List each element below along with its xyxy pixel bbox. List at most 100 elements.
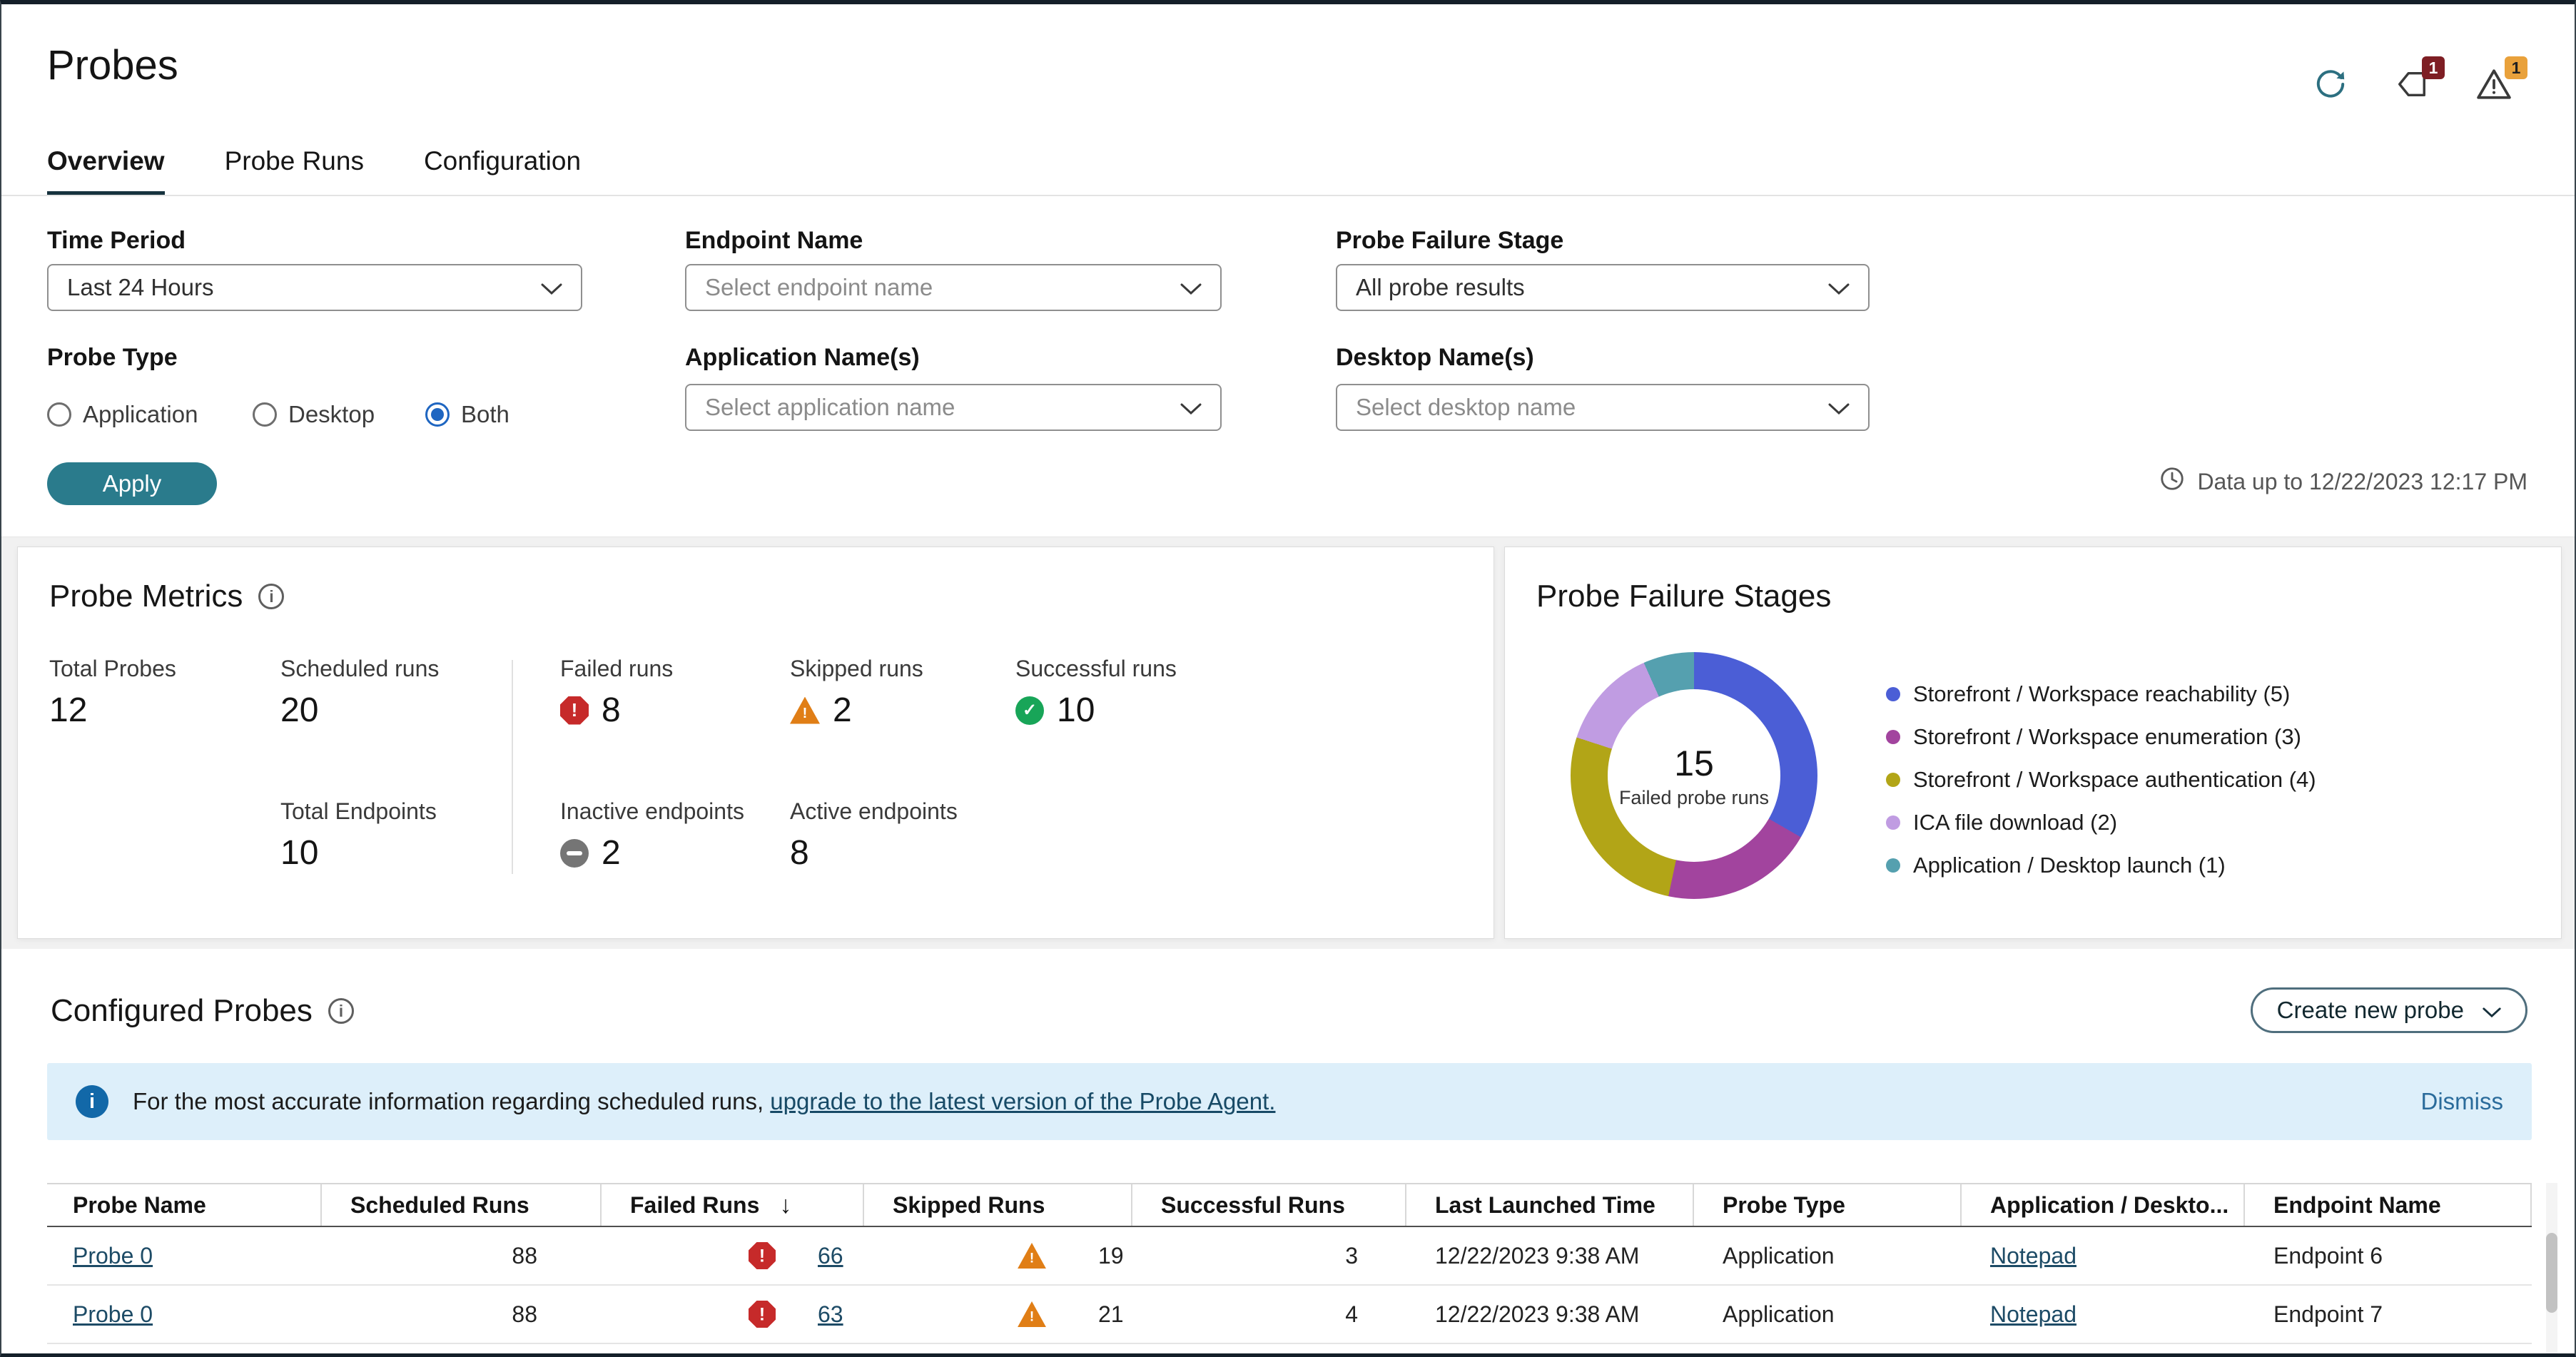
chevron-down-icon bbox=[1828, 274, 1850, 301]
col-probe-name[interactable]: Probe Name bbox=[47, 1184, 322, 1226]
failed-critical-icon: ! bbox=[560, 696, 589, 725]
col-last-launched-time[interactable]: Last Launched Time bbox=[1406, 1184, 1694, 1226]
chevron-down-icon bbox=[1828, 394, 1850, 421]
tab-bar: Overview Probe Runs Configuration bbox=[47, 147, 581, 196]
metric-skipped-runs: Skipped runs ! 2 bbox=[790, 656, 923, 729]
metric-total-endpoints: Total Endpoints 10 bbox=[280, 798, 437, 872]
col-failed-runs[interactable]: Failed Runs ↓ bbox=[602, 1184, 864, 1226]
col-endpoint-name[interactable]: Endpoint Name bbox=[2245, 1184, 2532, 1226]
application-names-select[interactable]: Select application name bbox=[685, 384, 1222, 431]
warning-icon: ! bbox=[790, 696, 820, 724]
info-icon: i bbox=[76, 1085, 108, 1118]
tab-configuration[interactable]: Configuration bbox=[424, 147, 581, 196]
col-probe-type[interactable]: Probe Type bbox=[1694, 1184, 1962, 1226]
probe-metrics-title: Probe Metrics i bbox=[49, 579, 285, 614]
table-scrollbar-thumb[interactable] bbox=[2546, 1233, 2557, 1313]
apply-button[interactable]: Apply bbox=[47, 462, 217, 505]
metric-failed-runs: Failed runs ! 8 bbox=[560, 656, 674, 729]
tabs-divider bbox=[1, 195, 2575, 196]
radio-icon bbox=[253, 402, 277, 427]
upgrade-link[interactable]: upgrade to the latest version of the Pro… bbox=[770, 1088, 1275, 1114]
warning-icon: ! bbox=[1018, 1242, 1046, 1269]
legend-dot bbox=[1886, 773, 1900, 787]
desktop-names-label: Desktop Name(s) bbox=[1336, 344, 1534, 371]
chevron-down-icon bbox=[541, 274, 562, 301]
donut-center: 15 Failed probe runs bbox=[1608, 689, 1780, 862]
time-period-select[interactable]: Last 24 Hours bbox=[47, 264, 582, 311]
legend-item[interactable]: Storefront / Workspace authentication (4… bbox=[1886, 767, 2316, 793]
desktop-names-select[interactable]: Select desktop name bbox=[1336, 384, 1870, 431]
tab-probe-runs[interactable]: Probe Runs bbox=[225, 147, 364, 196]
failure-stages-donut[interactable]: 15 Failed probe runs bbox=[1571, 652, 1817, 899]
info-icon[interactable]: i bbox=[258, 584, 285, 609]
dismiss-link[interactable]: Dismiss bbox=[2421, 1088, 2503, 1115]
alerts-button[interactable]: 1 bbox=[2395, 56, 2445, 104]
col-scheduled-runs[interactable]: Scheduled Runs bbox=[322, 1184, 602, 1226]
alerts-badge: 1 bbox=[2422, 56, 2445, 79]
refresh-button[interactable] bbox=[2313, 67, 2348, 105]
data-up-to-text: Data up to 12/22/2023 12:17 PM bbox=[2197, 468, 2527, 494]
endpoint-name-select[interactable]: Select endpoint name bbox=[685, 264, 1222, 311]
donut-center-label: Failed probe runs bbox=[1618, 786, 1770, 808]
legend-dot bbox=[1886, 687, 1900, 701]
success-check-icon: ✓ bbox=[1015, 696, 1044, 725]
table-row-partial: ! ! bbox=[47, 1344, 2532, 1353]
failed-runs-link[interactable]: 63 bbox=[818, 1301, 843, 1328]
table-row: Probe 0 88 ! 63 ! 21 4 12/22/2023 9:38 A… bbox=[47, 1286, 2532, 1344]
header-actions: 1 1 bbox=[2313, 56, 2527, 105]
info-icon[interactable]: i bbox=[328, 998, 354, 1024]
endpoint-name-label: Endpoint Name bbox=[685, 227, 863, 254]
page-title: Probes bbox=[47, 42, 178, 88]
legend-item[interactable]: Storefront / Workspace enumeration (3) bbox=[1886, 724, 2316, 750]
failure-stages-title: Probe Failure Stages bbox=[1536, 579, 1832, 614]
legend-dot bbox=[1886, 730, 1900, 744]
radio-icon bbox=[425, 402, 450, 427]
configured-probes-table: Probe Name Scheduled Runs Failed Runs ↓ … bbox=[47, 1183, 2532, 1353]
chevron-down-icon bbox=[2483, 997, 2501, 1024]
donut-center-value: 15 bbox=[1674, 743, 1714, 783]
probe-failure-stage-select[interactable]: All probe results bbox=[1336, 264, 1870, 311]
metric-successful-runs: Successful runs ✓ 10 bbox=[1015, 656, 1177, 729]
configured-probes-title: Configured Probes i bbox=[51, 993, 354, 1029]
alert-tag-icon bbox=[2395, 71, 2429, 103]
application-link[interactable]: Notepad bbox=[1990, 1243, 2076, 1269]
probe-type-desktop-radio[interactable]: Desktop bbox=[253, 401, 375, 428]
col-successful-runs[interactable]: Successful Runs bbox=[1132, 1184, 1406, 1226]
metric-total-probes: Total Probes 12 bbox=[49, 656, 176, 729]
failed-runs-link[interactable]: 66 bbox=[818, 1243, 843, 1269]
metrics-divider bbox=[512, 660, 513, 874]
application-names-label: Application Name(s) bbox=[685, 344, 920, 371]
table-header: Probe Name Scheduled Runs Failed Runs ↓ … bbox=[47, 1183, 2532, 1227]
warning-triangle-icon bbox=[2476, 69, 2512, 103]
chevron-down-icon bbox=[1180, 274, 1202, 301]
probe-type-application-radio[interactable]: Application bbox=[47, 401, 198, 428]
failed-critical-icon: ! bbox=[749, 1242, 776, 1269]
legend-item[interactable]: ICA file download (2) bbox=[1886, 810, 2316, 835]
create-new-probe-button[interactable]: Create new probe bbox=[2250, 987, 2527, 1033]
col-skipped-runs[interactable]: Skipped Runs bbox=[864, 1184, 1132, 1226]
probe-metrics-card: Probe Metrics i Total Probes 12 Schedule… bbox=[17, 547, 1494, 939]
table-row: Probe 0 88 ! 66 ! 19 3 12/22/2023 9:38 A… bbox=[47, 1227, 2532, 1286]
warnings-badge: 1 bbox=[2505, 56, 2527, 79]
legend-item[interactable]: Storefront / Workspace reachability (5) bbox=[1886, 681, 2316, 707]
probe-name-link[interactable]: Probe 0 bbox=[73, 1243, 153, 1269]
metric-active-endpoints: Active endpoints 8 bbox=[790, 798, 958, 872]
legend-item[interactable]: Application / Desktop launch (1) bbox=[1886, 853, 2316, 878]
application-link[interactable]: Notepad bbox=[1990, 1301, 2076, 1328]
col-application-desktop[interactable]: Application / Deskto... bbox=[1962, 1184, 2245, 1226]
failed-critical-icon: ! bbox=[749, 1301, 776, 1328]
sort-desc-icon[interactable]: ↓ bbox=[779, 1191, 791, 1219]
inactive-minus-icon bbox=[560, 838, 589, 868]
metric-scheduled-runs: Scheduled runs 20 bbox=[280, 656, 440, 729]
probe-type-both-radio[interactable]: Both bbox=[425, 401, 509, 428]
warnings-button[interactable]: 1 bbox=[2476, 56, 2527, 104]
tab-overview[interactable]: Overview bbox=[47, 147, 165, 196]
chevron-down-icon bbox=[1180, 394, 1202, 421]
metric-inactive-endpoints: Inactive endpoints 2 bbox=[560, 798, 744, 872]
probe-name-link[interactable]: Probe 0 bbox=[73, 1301, 153, 1328]
refresh-icon bbox=[2313, 70, 2348, 104]
radio-icon bbox=[47, 402, 71, 427]
upgrade-banner: i For the most accurate information rega… bbox=[47, 1063, 2532, 1140]
clock-icon bbox=[2159, 465, 2186, 498]
legend-dot bbox=[1886, 858, 1900, 873]
